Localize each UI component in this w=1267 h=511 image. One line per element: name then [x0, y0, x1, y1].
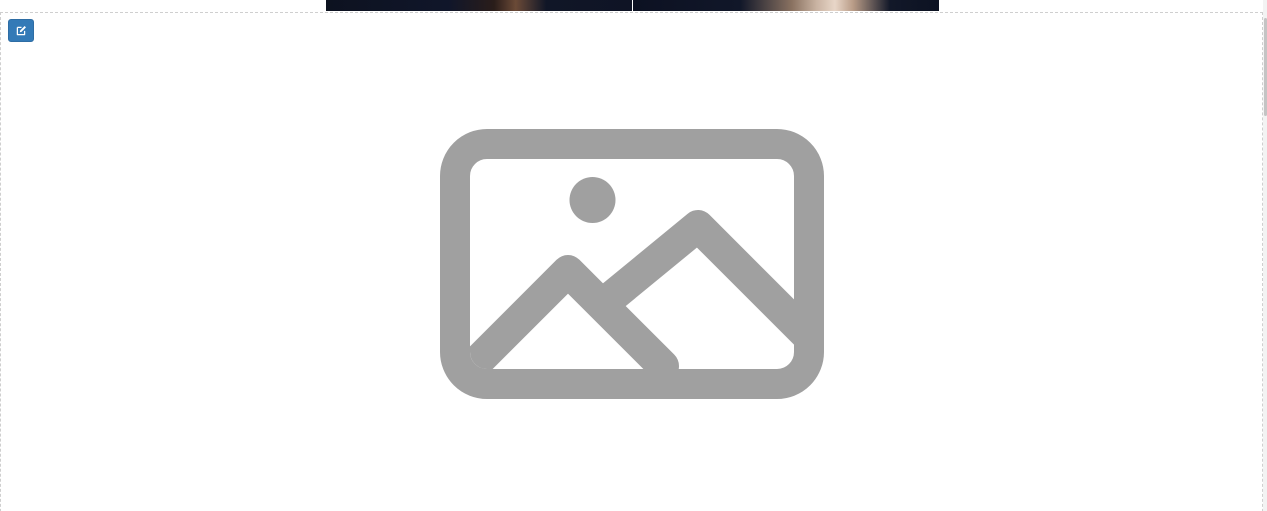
edit-button[interactable] [8, 19, 34, 42]
image-placeholder [440, 129, 824, 401]
photo-thumbnail-left[interactable] [326, 0, 632, 11]
vertical-scrollbar[interactable] [1263, 0, 1267, 511]
photo-strip [326, 0, 939, 11]
photo-thumbnail-right[interactable] [633, 0, 939, 11]
pencil-square-icon [16, 26, 26, 36]
image-placeholder-icon [440, 129, 824, 399]
page [0, 0, 1267, 511]
